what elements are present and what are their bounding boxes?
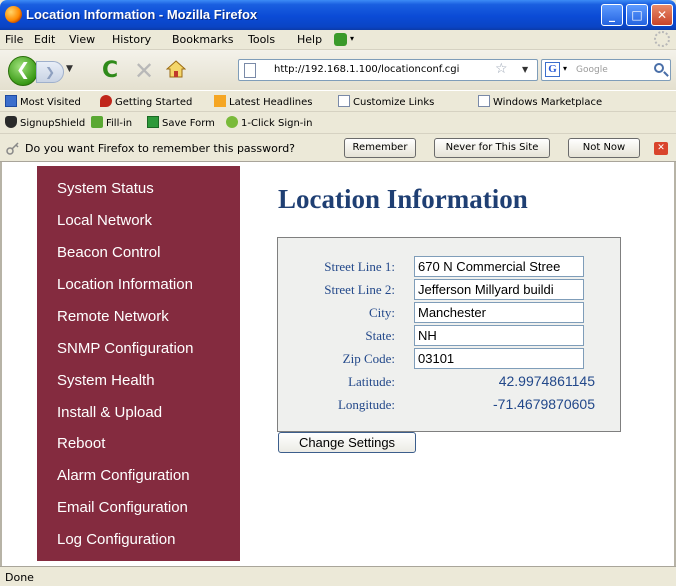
bookmark-label: Latest Headlines: [229, 97, 313, 108]
page-icon: [244, 63, 256, 78]
firefox-logo-icon: [5, 6, 22, 23]
menu-help[interactable]: Help: [297, 33, 322, 46]
zip-label: Zip Code:: [342, 351, 395, 366]
search-icon[interactable]: [654, 63, 664, 73]
fill-in-button[interactable]: Fill-in: [91, 116, 132, 129]
maximize-button[interactable]: □: [626, 4, 648, 26]
state-input[interactable]: NH: [414, 325, 584, 346]
window-title: Location Information - Mozilla Firefox: [26, 7, 258, 22]
minimize-button[interactable]: _: [601, 4, 623, 26]
latitude-value: 42.9974861145: [498, 373, 595, 389]
city-input[interactable]: Manchester: [414, 302, 584, 323]
save-form-button[interactable]: Save Form: [147, 116, 215, 129]
close-notification-icon[interactable]: ✕: [654, 142, 668, 155]
street2-label: Street Line 2:: [324, 282, 395, 297]
window-titlebar[interactable]: Location Information - Mozilla Firefox _…: [0, 0, 676, 30]
close-button[interactable]: ✕: [651, 4, 673, 26]
url-dropdown-icon[interactable]: ▼: [522, 65, 528, 74]
not-now-button[interactable]: Not Now: [568, 138, 640, 158]
bookmark-label: Getting Started: [115, 97, 193, 108]
search-engine-dropdown-icon[interactable]: ▾: [563, 64, 567, 73]
page-title: Location Information: [278, 184, 528, 214]
fill-in-icon: [91, 116, 103, 128]
menu-tools[interactable]: Tools: [248, 33, 275, 46]
status-text: Done: [5, 571, 34, 584]
menu-view[interactable]: View: [69, 33, 95, 46]
remember-button[interactable]: Remember: [344, 138, 416, 158]
signup-label: Fill-in: [106, 118, 133, 129]
longitude-label: Longitude:: [337, 397, 395, 412]
sidebar-item-system-health[interactable]: System Health: [57, 372, 155, 389]
search-input[interactable]: Google: [576, 65, 608, 75]
bookmark-customize-links[interactable]: Customize Links: [338, 95, 434, 108]
zip-input[interactable]: 03101: [414, 348, 584, 369]
activity-throbber-icon: [654, 31, 670, 47]
search-bar[interactable]: G ▾ Google: [541, 59, 671, 81]
addon-dropdown-icon[interactable]: ▾: [350, 34, 354, 43]
signup-label: Save Form: [162, 118, 215, 129]
rss-icon: [214, 95, 226, 107]
sidebar-item-beacon-control[interactable]: Beacon Control: [57, 244, 160, 261]
sign-in-icon: [226, 116, 238, 128]
sidebar-item-alarm-configuration[interactable]: Alarm Configuration: [57, 467, 190, 484]
menu-bookmarks[interactable]: Bookmarks: [172, 33, 233, 46]
sidebar-item-location-information[interactable]: Location Information: [57, 276, 193, 293]
page-icon: [338, 95, 350, 107]
longitude-value: -71.4679870605: [493, 396, 595, 412]
key-icon: [6, 142, 19, 155]
sidebar-item-install-upload[interactable]: Install & Upload: [57, 404, 162, 421]
bookmark-latest-headlines[interactable]: Latest Headlines: [214, 95, 313, 108]
signup-toolbar: SignupShield Fill-in Save Form 1-Click S…: [0, 112, 676, 134]
save-icon: [147, 116, 159, 128]
url-input[interactable]: http://192.168.1.100/locationconf.cgi: [274, 64, 459, 75]
password-notification-bar: Do you want Firefox to remember this pas…: [0, 134, 676, 162]
addon-status-icon[interactable]: [334, 33, 347, 46]
back-button[interactable]: ❮: [8, 56, 38, 86]
sidebar-item-log-configuration[interactable]: Log Configuration: [57, 531, 175, 548]
bookmark-most-visited[interactable]: Most Visited: [5, 95, 81, 108]
sidebar-item-email-configuration[interactable]: Email Configuration: [57, 499, 188, 516]
sidebar-item-system-status[interactable]: System Status: [57, 180, 154, 197]
city-label: City:: [368, 305, 395, 320]
signupshield-button[interactable]: SignupShield: [5, 116, 85, 129]
sidebar-item-reboot[interactable]: Reboot: [57, 435, 105, 452]
state-label: State:: [365, 328, 395, 343]
menu-bar: File Edit View History Bookmarks Tools H…: [0, 30, 676, 50]
menu-file[interactable]: File: [5, 33, 23, 46]
street1-label: Street Line 1:: [324, 259, 395, 274]
signup-label: 1-Click Sign-in: [241, 118, 313, 129]
never-for-this-site-button[interactable]: Never for This Site: [434, 138, 550, 158]
bookmarks-toolbar: Most Visited Getting Started Latest Head…: [0, 90, 676, 112]
change-settings-button[interactable]: Change Settings: [278, 432, 416, 453]
bookmark-label: Most Visited: [20, 97, 81, 108]
menu-edit[interactable]: Edit: [34, 33, 55, 46]
home-button[interactable]: [166, 60, 186, 78]
most-visited-icon: [5, 95, 17, 107]
shield-icon: [5, 116, 17, 128]
bookmark-label: Windows Marketplace: [493, 97, 603, 108]
signup-label: SignupShield: [20, 118, 86, 129]
forward-button[interactable]: ❯: [36, 61, 64, 83]
street1-input[interactable]: 670 N Commercial Stree: [414, 256, 584, 277]
stop-button[interactable]: ✕: [134, 57, 154, 85]
status-bar: Done: [0, 566, 676, 586]
reload-button[interactable]: C: [102, 58, 118, 83]
sidebar-item-remote-network[interactable]: Remote Network: [57, 308, 169, 325]
bookmark-getting-started[interactable]: Getting Started: [100, 95, 192, 108]
latitude-label: Latitude:: [348, 374, 395, 389]
bookmark-windows-marketplace[interactable]: Windows Marketplace: [478, 95, 602, 108]
page-icon: [478, 95, 490, 107]
bookmark-label: Customize Links: [353, 97, 435, 108]
password-prompt-message: Do you want Firefox to remember this pas…: [25, 142, 296, 155]
one-click-sign-in-button[interactable]: 1-Click Sign-in: [226, 116, 313, 129]
street2-input[interactable]: Jefferson Millyard buildi: [414, 279, 584, 300]
bookmark-star-icon[interactable]: ☆: [495, 61, 508, 77]
url-bar[interactable]: http://192.168.1.100/locationconf.cgi ☆ …: [238, 59, 538, 81]
menu-history[interactable]: History: [112, 33, 151, 46]
history-dropdown-icon[interactable]: ▼: [66, 64, 73, 74]
google-engine-icon[interactable]: G: [545, 62, 560, 77]
sidebar-item-snmp-configuration[interactable]: SNMP Configuration: [57, 340, 193, 357]
sidebar-item-local-network[interactable]: Local Network: [57, 212, 152, 229]
firefox-icon: [100, 95, 112, 107]
